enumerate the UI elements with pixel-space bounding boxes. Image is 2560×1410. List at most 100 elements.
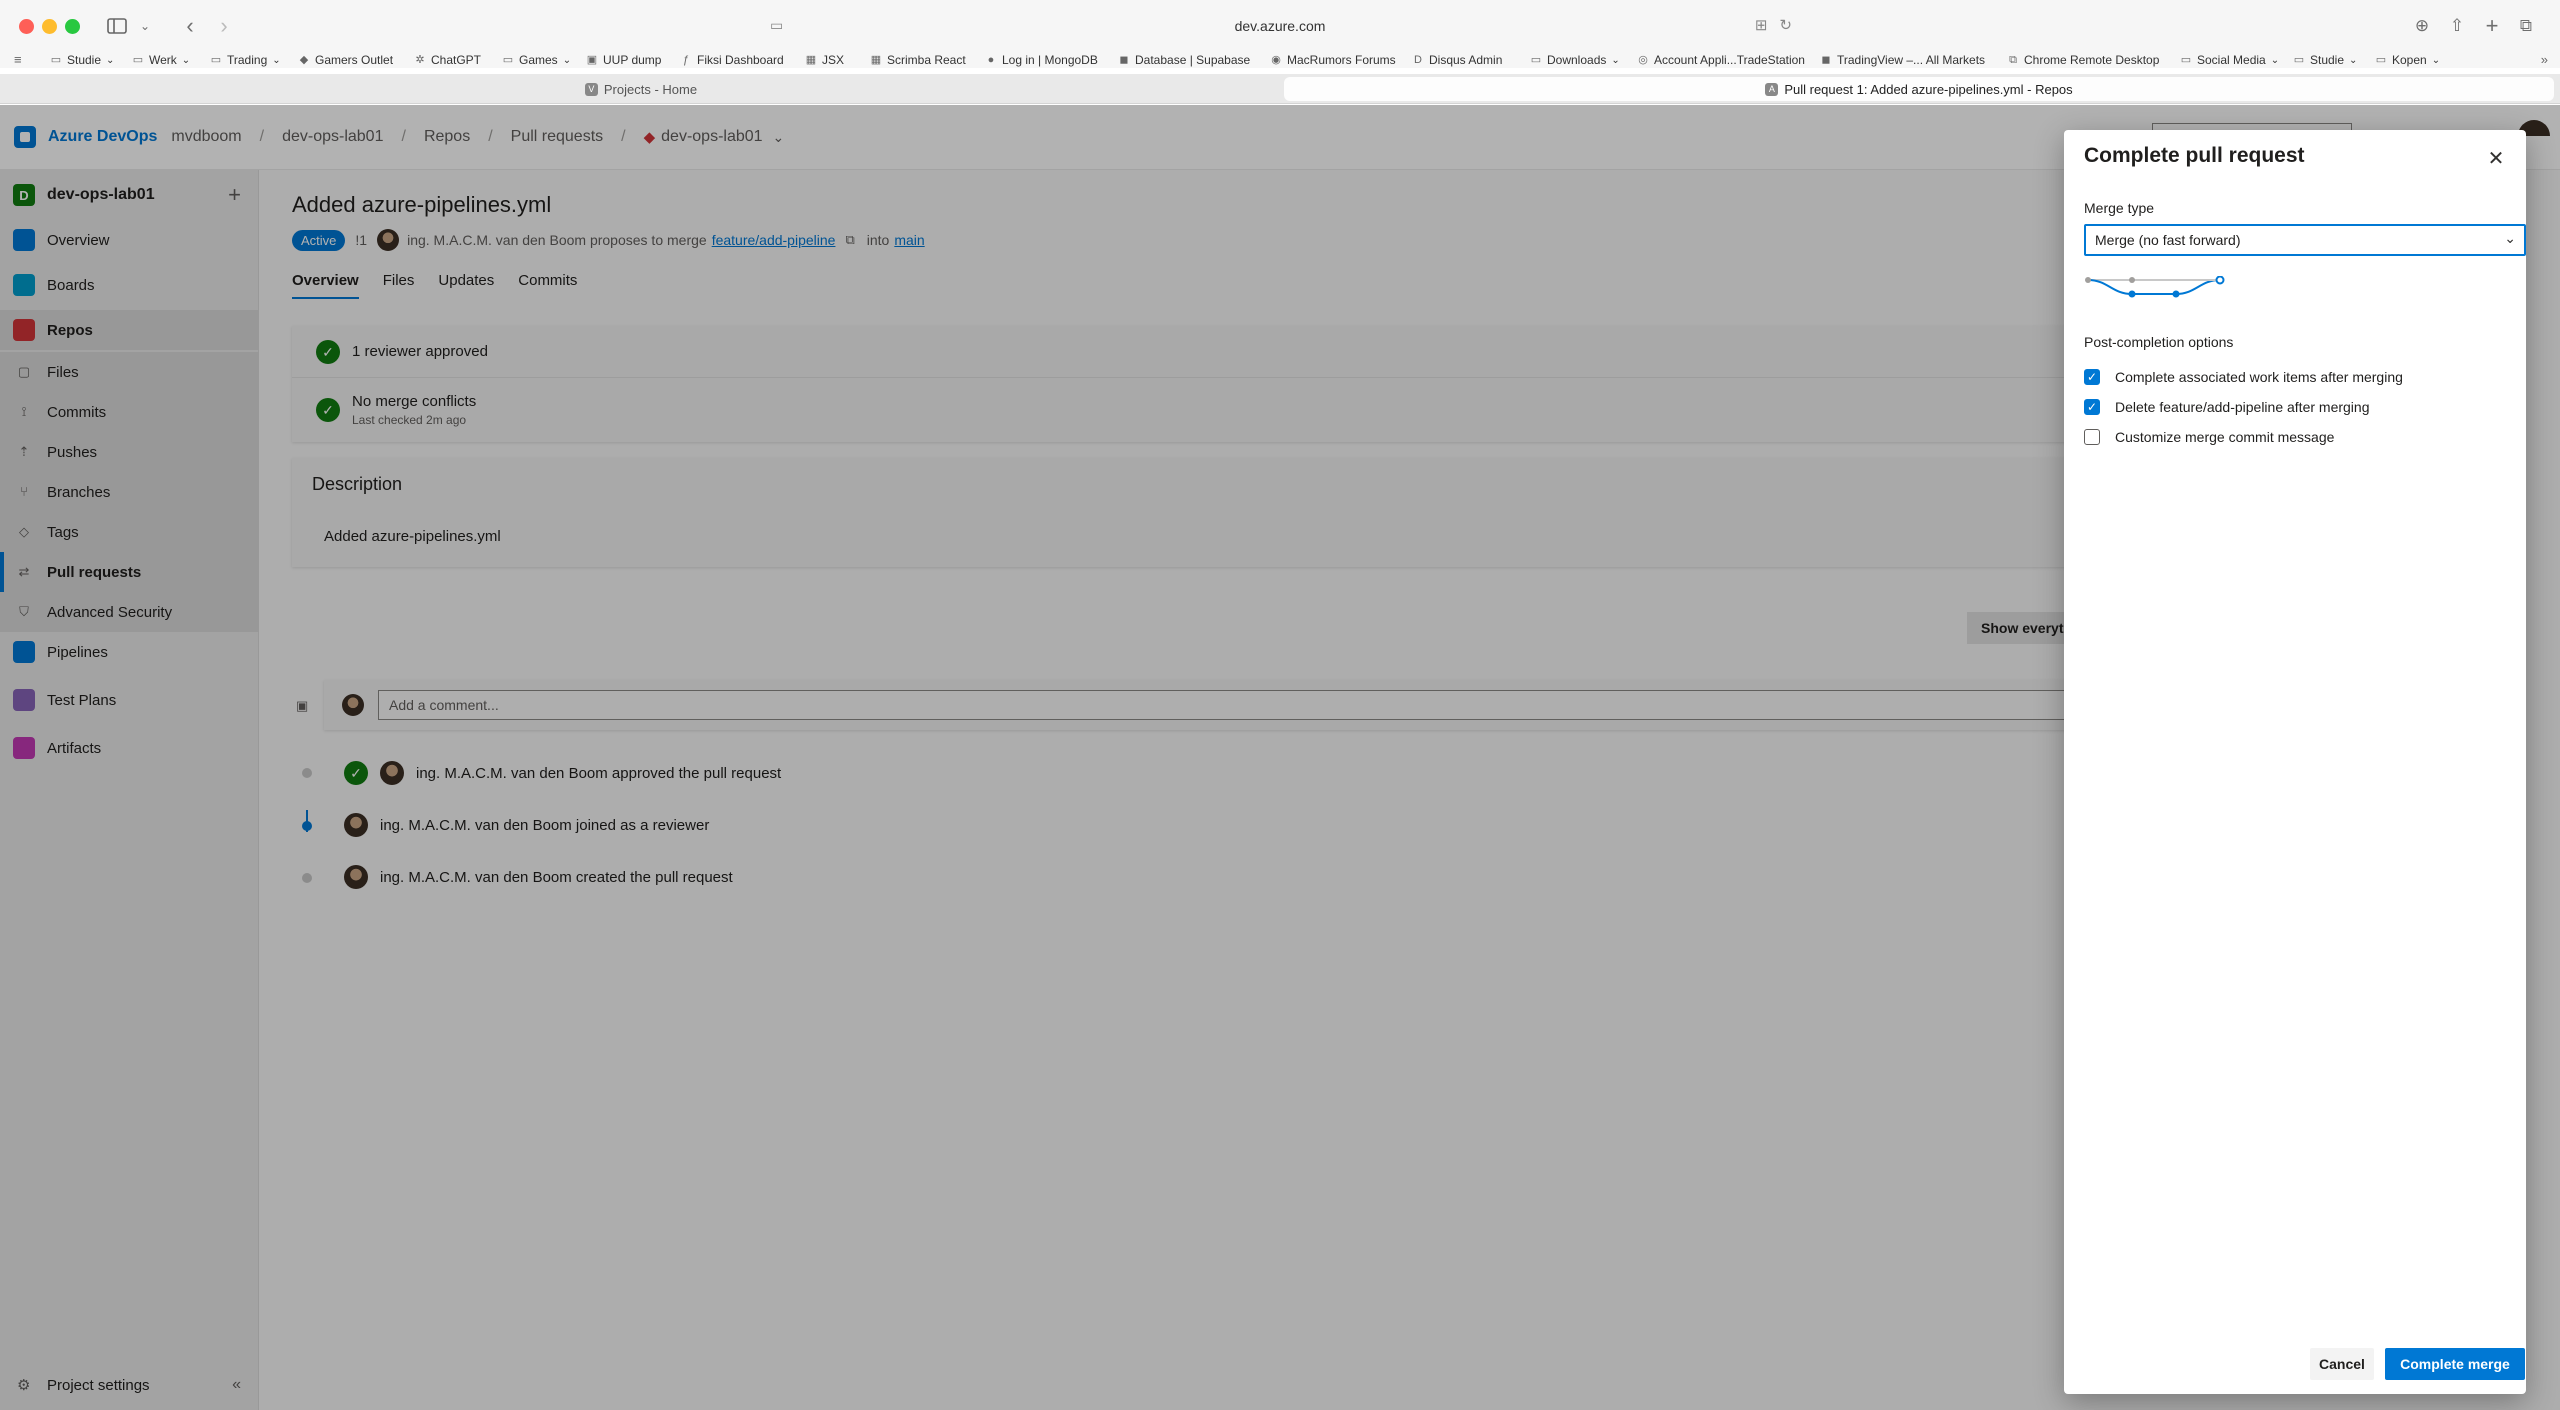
bookmark-label: UUP dump — [603, 53, 662, 67]
bookmarks-bar: ≡ ▭ Studie ⌄ ▭ Werk ⌄ ▭ Trading ⌄ ◆ Gamers Outlet ✲… — [0, 52, 2560, 68]
merge-type-dropdown[interactable]: Merge (no fast forward) ⌄ — [2084, 224, 2526, 256]
bookmark-item[interactable]: ▭ Werk ⌄ — [132, 52, 190, 68]
browser-toolbar: ⌄ ‹ › ▭ dev.azure.com ⊞ ↻ ⊕ ⇧ + ⧉ — [0, 0, 2560, 52]
azure-devops-favicon-icon: A — [1765, 82, 1779, 96]
chevron-down-icon: ⌄ — [2431, 54, 2441, 66]
complete-pr-panel: Complete pull request ✕ Merge type Merge… — [2064, 130, 2526, 1394]
bookmark-item[interactable]: ⧉ Chrome Remote Desktop — [2007, 52, 2159, 68]
bookmark-label: Chrome Remote Desktop — [2024, 53, 2160, 67]
folder-icon: ▭ — [50, 53, 62, 66]
bookmark-label: Database | Supabase — [1135, 53, 1251, 67]
fiksi-icon: ƒ — [682, 53, 690, 66]
bookmark-label: Social Media — [2197, 53, 2266, 67]
bookmark-item[interactable]: ▭ Studie ⌄ — [50, 52, 115, 68]
window-close-button[interactable] — [19, 19, 34, 34]
folder-icon: ▭ — [2375, 53, 2387, 66]
folder-icon: ▭ — [210, 53, 222, 66]
chatgpt-icon: ✲ — [415, 53, 425, 66]
bookmark-label: Scrimba React — [887, 53, 966, 67]
bookmark-item[interactable]: ◉ MacRumors Forums — [1270, 52, 1396, 68]
bookmark-item[interactable]: ▦ JSX — [805, 52, 844, 68]
bookmark-item[interactable]: ƒ Fiksi Dashboard — [680, 52, 784, 68]
chevron-down-icon: ⌄ — [181, 54, 191, 66]
browser-tab-projects[interactable]: V Projects - Home — [0, 77, 1282, 101]
checkbox-checked[interactable]: ✓ — [2084, 369, 2100, 385]
gamers-outlet-icon: ◆ — [299, 53, 309, 66]
window-minimize-button[interactable] — [42, 19, 57, 34]
back-icon[interactable]: ‹ — [180, 12, 200, 40]
bookmark-item[interactable]: ▭ Studie ⌄ — [2293, 52, 2358, 68]
chevron-down-icon: ⌄ — [1611, 54, 1620, 66]
option-label: Delete feature/add-pipeline after mergin… — [2115, 399, 2370, 415]
bookmark-label: Fiksi Dashboard — [697, 53, 784, 67]
option-customize-message[interactable]: Customize merge commit message — [2084, 427, 2334, 447]
bookmark-item[interactable]: ● Log in | MongoDB — [985, 52, 1098, 68]
supabase-icon: ◼ — [1119, 53, 1129, 66]
option-complete-work-items[interactable]: ✓ Complete associated work items after m… — [2084, 367, 2403, 387]
bookmark-item[interactable]: ▭ Downloads ⌄ — [1530, 52, 1620, 68]
folder-icon: ▭ — [2293, 53, 2305, 66]
bookmarks-menu-icon[interactable]: ≡ — [14, 52, 22, 67]
chevron-down-icon[interactable]: ⌄ — [136, 12, 154, 40]
bookmark-item[interactable]: D Disqus Admin — [1412, 52, 1502, 68]
panel-title: Complete pull request — [2084, 144, 2305, 167]
sidebar-toggle-icon[interactable] — [104, 12, 130, 40]
bookmark-item[interactable]: ▭ Trading ⌄ — [210, 52, 281, 68]
merge-type-value: Merge (no fast forward) — [2095, 232, 2241, 248]
bookmark-item[interactable]: ◼ Database | Supabase — [1118, 52, 1250, 68]
chevron-down-icon: ⌄ — [2270, 54, 2280, 66]
merge-graph-icon — [2085, 276, 2225, 298]
globe-icon: ◎ — [1638, 53, 1648, 66]
tab-label: Pull request 1: Added azure-pipelines.ym… — [1784, 81, 2073, 97]
cancel-button[interactable]: Cancel — [2310, 1348, 2374, 1380]
bookmark-label: Account Appli...TradeStation — [1654, 53, 1805, 67]
bookmark-item[interactable]: ◆ Gamers Outlet — [298, 52, 393, 68]
uup-icon: ▣ — [586, 53, 598, 66]
bookmark-item[interactable]: ▭ Social Media ⌄ — [2180, 52, 2279, 68]
option-delete-branch[interactable]: ✓ Delete feature/add-pipeline after merg… — [2084, 397, 2370, 417]
bookmark-item[interactable]: ▭ Games ⌄ — [502, 52, 571, 68]
chevron-down-icon: ⌄ — [2349, 54, 2358, 66]
reload-icon[interactable]: ↻ — [1779, 16, 1792, 34]
bookmark-label: Studie — [2310, 53, 2345, 67]
share-icon[interactable]: ⇧ — [2447, 12, 2467, 40]
translate-icon[interactable]: ⊞ — [1755, 16, 1768, 34]
address-bar[interactable]: ▭ dev.azure.com ⊞ ↻ — [760, 10, 1800, 42]
merge-type-label: Merge type — [2084, 200, 2155, 216]
checkbox-unchecked[interactable] — [2084, 429, 2100, 445]
checkbox-checked[interactable]: ✓ — [2084, 399, 2100, 415]
complete-merge-button[interactable]: Complete merge — [2385, 1348, 2525, 1380]
bookmark-label: ChatGPT — [431, 53, 482, 67]
browser-tab-pull-request[interactable]: A Pull request 1: Added azure-pipelines.… — [1284, 77, 2554, 101]
bookmark-item[interactable]: ▦ Scrimba React — [870, 52, 966, 68]
bookmark-label: Log in | MongoDB — [1002, 53, 1098, 67]
azure-devops-favicon-icon: V — [584, 82, 598, 96]
new-tab-icon[interactable]: + — [2482, 12, 2502, 40]
scrimba-icon: ▦ — [870, 53, 882, 66]
chevron-down-icon: ⌄ — [272, 54, 281, 66]
folder-icon: ▭ — [502, 53, 514, 66]
bookmark-item[interactable]: ◎ Account Appli...TradeStation — [1637, 52, 1805, 68]
bookmark-label: MacRumors Forums — [1287, 53, 1396, 67]
bookmarks-overflow-icon[interactable]: » — [2541, 52, 2548, 67]
bookmark-item[interactable]: ▣ UUP dump — [586, 52, 662, 68]
post-completion-label: Post-completion options — [2084, 334, 2234, 350]
bookmark-label: Games — [519, 53, 558, 67]
bookmark-item[interactable]: ▭ Kopen ⌄ — [2375, 52, 2440, 68]
chevron-down-icon: ⌄ — [2504, 230, 2516, 246]
tab-overview-icon[interactable]: ⧉ — [2516, 12, 2536, 40]
bookmark-label: Downloads — [1547, 53, 1607, 67]
url-text: dev.azure.com — [1234, 18, 1326, 34]
bookmark-label: Studie — [67, 53, 102, 67]
downloads-icon[interactable]: ⊕ — [2412, 12, 2432, 40]
bookmark-label: JSX — [822, 53, 845, 67]
macrumors-icon: ◉ — [1271, 53, 1281, 66]
bookmark-item[interactable]: ◼ TradingView –... All Markets — [1820, 52, 1985, 68]
disqus-icon: D — [1414, 53, 1422, 66]
close-icon[interactable]: ✕ — [2484, 146, 2508, 170]
bookmark-item[interactable]: ✲ ChatGPT — [414, 52, 481, 68]
mongodb-icon: ● — [987, 53, 995, 66]
window-zoom-button[interactable] — [65, 19, 80, 34]
forward-icon[interactable]: › — [214, 12, 234, 40]
browser-tab-bar: V Projects - Home A Pull request 1: Adde… — [0, 74, 2560, 104]
